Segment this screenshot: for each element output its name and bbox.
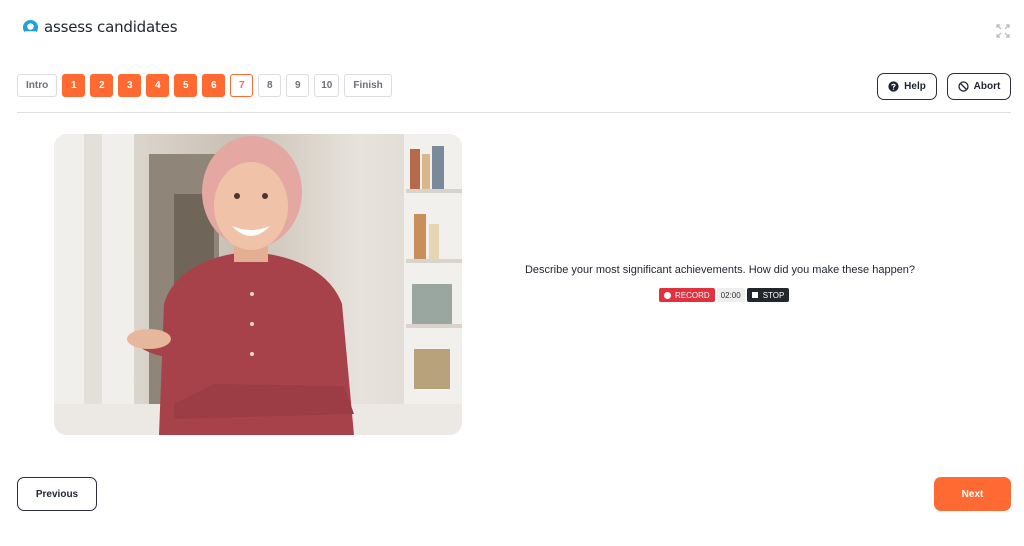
video-recorder: RECORD 02:00 STOP bbox=[659, 288, 790, 302]
step-2[interactable]: 2 bbox=[90, 74, 114, 97]
circle-c-logo-icon bbox=[22, 19, 39, 36]
step-8[interactable]: 8 bbox=[258, 74, 282, 97]
header-divider bbox=[17, 112, 1011, 113]
step-intro[interactable]: Intro bbox=[17, 74, 58, 97]
record-timer: 02:00 bbox=[716, 288, 745, 302]
previous-button[interactable]: Previous bbox=[17, 477, 97, 511]
abort-label: Abort bbox=[973, 81, 1001, 92]
step-1[interactable]: 1 bbox=[62, 74, 86, 97]
expand-icon[interactable] bbox=[996, 24, 1010, 38]
help-button[interactable]: Help bbox=[877, 73, 937, 100]
next-button[interactable]: Next bbox=[934, 477, 1011, 511]
prohibited-icon bbox=[958, 81, 969, 92]
stop-button[interactable]: STOP bbox=[746, 288, 790, 302]
question-circle-icon bbox=[888, 81, 899, 92]
question-text: Describe your most significant achieveme… bbox=[524, 264, 916, 276]
step-6[interactable]: 6 bbox=[202, 74, 226, 97]
step-7-current[interactable]: 7 bbox=[230, 74, 254, 97]
record-dot-icon bbox=[664, 291, 671, 299]
step-3[interactable]: 3 bbox=[118, 74, 142, 97]
step-finish[interactable]: Finish bbox=[344, 74, 392, 97]
candidate-photo bbox=[54, 134, 462, 435]
record-label: RECORD bbox=[675, 290, 710, 300]
help-label: Help bbox=[904, 81, 926, 92]
record-button[interactable]: RECORD bbox=[659, 288, 715, 302]
stop-square-icon bbox=[751, 292, 758, 298]
step-4[interactable]: 4 bbox=[146, 74, 170, 97]
brand-logo: assess candidates bbox=[22, 18, 178, 36]
step-9[interactable]: 9 bbox=[286, 74, 310, 97]
step-5[interactable]: 5 bbox=[174, 74, 198, 97]
abort-button[interactable]: Abort bbox=[947, 73, 1011, 100]
stop-label: STOP bbox=[762, 290, 785, 300]
step-navigation: Intro 1 2 3 4 5 6 7 8 9 10 Finish bbox=[17, 74, 392, 97]
brand-name: assess candidates bbox=[44, 18, 178, 36]
step-10[interactable]: 10 bbox=[314, 74, 340, 97]
